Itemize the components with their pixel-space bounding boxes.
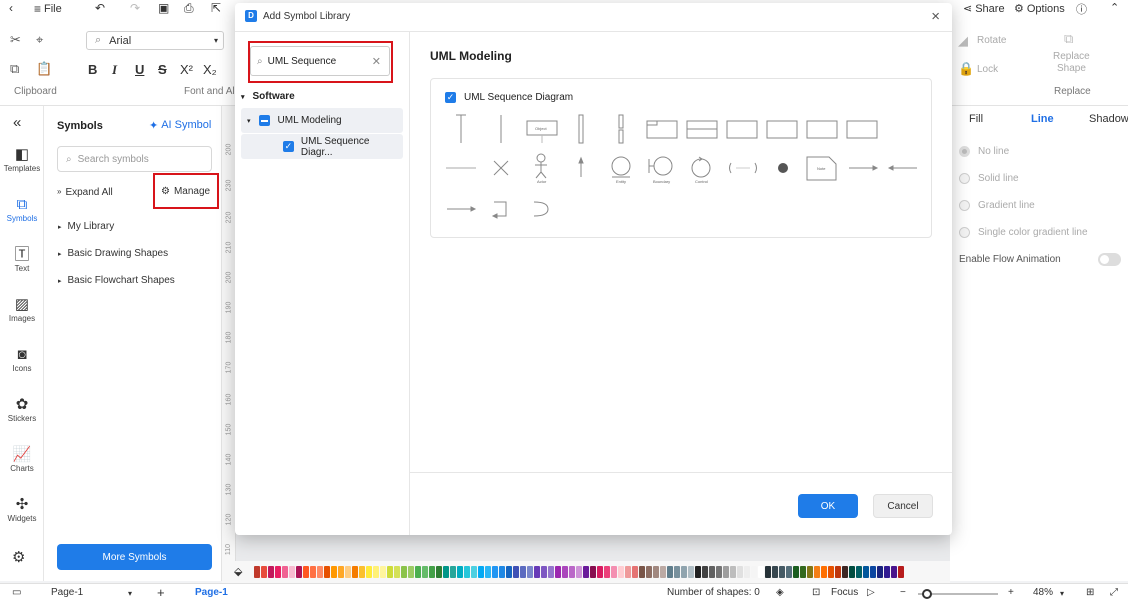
close-icon[interactable]: × — [931, 8, 940, 25]
note-label: Note — [817, 166, 826, 171]
partial-checkbox-icon[interactable] — [258, 115, 270, 126]
frame-2-shape — [686, 120, 718, 139]
tree-group-label: UML Modeling — [277, 115, 342, 126]
library-search-value: UML Sequence — [267, 55, 337, 67]
return-loop-shape — [533, 201, 549, 217]
checkbox-checked-icon[interactable]: ✓ — [283, 141, 294, 152]
preview-title: UML Modeling — [430, 49, 512, 63]
dialog-title-bar: D Add Symbol Library — [245, 10, 350, 22]
caret-down-icon: ▾ — [241, 93, 245, 101]
caret-down-icon: ▾ — [247, 117, 251, 125]
arrow-left-shape — [887, 165, 917, 171]
control-label: Control — [695, 179, 708, 184]
tree-group-uml-modeling[interactable]: ▾ UML Modeling — [241, 108, 403, 133]
tree-item-label: UML Sequence Diagr... — [300, 135, 370, 158]
add-symbol-library-dialog: D Add Symbol Library × ⌕ UML Sequence ✕ … — [235, 3, 952, 535]
library-search-input[interactable]: ⌕ UML Sequence ✕ — [250, 46, 390, 76]
object-label: Object — [535, 126, 547, 131]
library-preview: UML Modeling ✓ UML Sequence Diagram Obje… — [410, 31, 952, 535]
tree-category-label: Software — [252, 91, 295, 102]
tree-item-uml-sequence[interactable]: ✓ UML Sequence Diagr... — [241, 134, 403, 159]
arrow-right-shape — [849, 165, 879, 171]
frame-6-shape — [846, 120, 878, 139]
self-message-shape — [491, 201, 507, 219]
lifeline-arrow-shape — [578, 156, 584, 177]
initial-state-shape — [778, 163, 788, 173]
cancel-button[interactable]: Cancel — [873, 494, 933, 518]
lifeline-shape — [456, 114, 466, 143]
app-logo-icon: D — [245, 10, 257, 22]
dialog-title: Add Symbol Library — [263, 10, 351, 22]
entity-shape — [611, 156, 631, 178]
tree-category-software[interactable]: ▾ Software — [241, 84, 403, 109]
dialog-footer-divider — [410, 472, 952, 473]
actor-shape — [535, 153, 547, 179]
clear-search-icon[interactable]: ✕ — [372, 55, 381, 68]
ok-button[interactable]: OK — [798, 494, 858, 518]
sync-message-shape — [447, 206, 477, 212]
activation-shape — [578, 114, 584, 144]
category-tree: ⌕ UML Sequence ✕ ▾ Software ▾ UML Modeli… — [235, 31, 410, 535]
activation-2-shape — [618, 114, 624, 144]
object-shape — [526, 120, 558, 143]
uml-shape-preview: Object Actor Entity Boundary Control Not… — [446, 114, 917, 219]
search-icon: ⌕ — [257, 55, 263, 67]
frame-shape — [646, 120, 678, 139]
frame-4-shape — [766, 120, 798, 139]
frame-3-shape — [726, 120, 758, 139]
destroy-shape — [493, 160, 509, 176]
boundary-label: Boundary — [653, 179, 670, 184]
selector-shape — [729, 162, 757, 174]
actor-label: Actor — [537, 179, 547, 184]
library-card: ✓ UML Sequence Diagram Object Actor Enti… — [430, 78, 932, 238]
boundary-shape — [648, 156, 673, 176]
control-shape — [691, 156, 711, 178]
entity-label: Entity — [616, 179, 626, 184]
frame-5-shape — [806, 120, 838, 139]
